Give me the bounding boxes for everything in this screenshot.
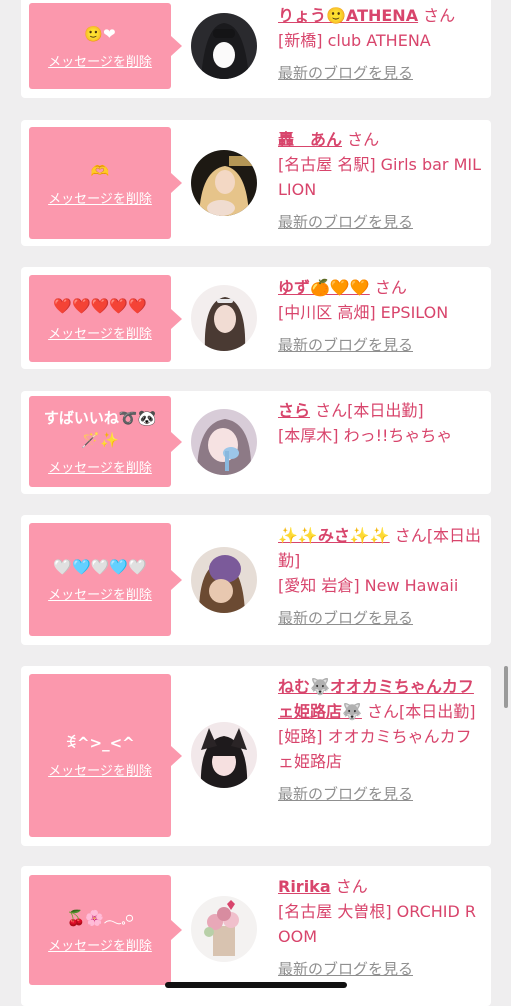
- delete-message-link[interactable]: メッセージを削除: [48, 760, 152, 779]
- cast-name-link[interactable]: さら: [278, 401, 310, 420]
- home-indicator[interactable]: [165, 982, 347, 988]
- honorific: さん: [394, 526, 427, 545]
- status-suffix: [本日出勤]: [399, 702, 476, 721]
- name-row: 轟 あん さん: [278, 127, 484, 152]
- shop-name: [名古屋 名駅] Girls bar MILLION: [278, 155, 482, 199]
- cast-info: ✨✨みさ✨✨ さん[本日出勤] [愛知 岩倉] New Hawaii 最新のブロ…: [278, 523, 484, 631]
- status-suffix: [本日出勤]: [347, 401, 424, 420]
- shop-name: [中川区 高畑] EPSILON: [278, 303, 449, 322]
- message-bubble: 🍒🌸𓂃𓈒𓏸 メッセージを削除: [29, 875, 182, 985]
- shop-name: [名古屋 大曽根] ORCHID ROOM: [278, 902, 477, 946]
- message-card: ❤️❤️❤️❤️❤️ メッセージを削除 ゆず🍊🧡🧡 さん [中川区 高畑] EP…: [21, 267, 491, 369]
- delete-message-link[interactable]: メッセージを削除: [48, 935, 152, 954]
- name-row: ゆず🍊🧡🧡 さん: [278, 275, 484, 300]
- message-text: 🫶: [90, 161, 110, 180]
- message-card: 🙂❤ メッセージを削除 りょう🙂ATHENA さん [新橋] club ATHE…: [21, 0, 491, 98]
- cast-info: ゆず🍊🧡🧡 さん [中川区 高畑] EPSILON 最新のブログを見る: [278, 275, 484, 358]
- message-card: 🫶 メッセージを削除 轟 あん さん [名古屋 名駅] Girls bar MI…: [21, 120, 491, 246]
- cast-info: 轟 あん さん [名古屋 名駅] Girls bar MILLION 最新のブロ…: [278, 127, 484, 235]
- cast-name-link[interactable]: Ririka: [278, 877, 331, 896]
- honorific: さん: [315, 401, 348, 420]
- message-bubble: 🙂❤ メッセージを削除: [29, 3, 182, 89]
- cast-info: Ririka さん [名古屋 大曽根] ORCHID ROOM 最新のブログを見…: [278, 874, 484, 982]
- honorific: さん: [374, 278, 407, 297]
- message-bubble: 🫶 メッセージを削除: [29, 127, 182, 239]
- name-row: ✨✨みさ✨✨ さん[本日出勤]: [278, 523, 484, 573]
- message-card: 🤍🩵🤍🩵🤍 メッセージを削除 ✨✨みさ✨✨ さん[本日出勤] [愛知 岩倉] N…: [21, 515, 491, 645]
- latest-blog-link[interactable]: 最新のブログを見る: [278, 333, 413, 358]
- shop-name: [新橋] club ATHENA: [278, 31, 431, 50]
- cast-name-link[interactable]: ✨✨みさ✨✨: [278, 526, 390, 545]
- cast-info: りょう🙂ATHENA さん [新橋] club ATHENA 最新のブログを見る: [278, 3, 484, 86]
- avatar[interactable]: [191, 409, 257, 475]
- delete-message-link[interactable]: メッセージを削除: [48, 51, 152, 70]
- message-card: ꉂ^>_<^ メッセージを削除 ねむ🐺オオカミちゃんカフェ姫路店🐺 さん[本日出…: [21, 666, 491, 846]
- message-text: 🍒🌸𓂃𓈒𓏸: [66, 908, 134, 927]
- shop-name: [姫路] オオカミちゃんカフェ姫路店: [278, 727, 472, 771]
- name-row: ねむ🐺オオカミちゃんカフェ姫路店🐺 さん[本日出勤]: [278, 674, 484, 724]
- avatar[interactable]: [191, 547, 257, 613]
- scrollbar[interactable]: [504, 666, 508, 708]
- message-bubble: ❤️❤️❤️❤️❤️ メッセージを削除: [29, 275, 182, 362]
- latest-blog-link[interactable]: 最新のブログを見る: [278, 606, 413, 631]
- name-row: りょう🙂ATHENA さん: [278, 3, 484, 28]
- honorific: さん: [347, 130, 380, 149]
- avatar[interactable]: [191, 150, 257, 216]
- message-bubble: 🤍🩵🤍🩵🤍 メッセージを削除: [29, 523, 182, 636]
- message-text: 🤍🩵🤍🩵🤍: [53, 558, 147, 576]
- delete-message-link[interactable]: メッセージを削除: [48, 323, 152, 342]
- avatar[interactable]: [191, 13, 257, 79]
- shop-name: [本厚木] わっ!!ちゃちゃ: [278, 426, 453, 445]
- message-text: 🙂❤: [84, 24, 116, 43]
- message-bubble: ꉂ^>_<^ メッセージを削除: [29, 674, 182, 837]
- cast-name-link[interactable]: ゆず🍊🧡🧡: [278, 278, 370, 297]
- delete-message-link[interactable]: メッセージを削除: [48, 188, 152, 207]
- cast-info: さら さん[本日出勤] [本厚木] わっ!!ちゃちゃ: [278, 398, 484, 448]
- avatar[interactable]: [191, 285, 257, 351]
- honorific: さん: [367, 702, 400, 721]
- message-bubble: すばいいね➰🐼🪄✨ メッセージを削除: [29, 396, 182, 487]
- shop-name: [愛知 岩倉] New Hawaii: [278, 576, 459, 595]
- latest-blog-link[interactable]: 最新のブログを見る: [278, 61, 413, 86]
- name-row: さら さん[本日出勤]: [278, 398, 484, 423]
- honorific: さん: [423, 6, 456, 25]
- avatar[interactable]: [191, 896, 257, 962]
- name-row: Ririka さん: [278, 874, 484, 899]
- avatar[interactable]: [191, 722, 257, 788]
- message-text: すばいいね➰🐼🪄✨: [43, 409, 157, 449]
- delete-message-link[interactable]: メッセージを削除: [48, 584, 152, 603]
- latest-blog-link[interactable]: 最新のブログを見る: [278, 210, 413, 235]
- cast-name-link[interactable]: 轟 あん: [278, 130, 342, 149]
- message-card: すばいいね➰🐼🪄✨ メッセージを削除 さら さん[本日出勤] [本厚木] わっ!…: [21, 391, 491, 494]
- honorific: さん: [335, 877, 368, 896]
- cast-name-link[interactable]: りょう🙂ATHENA: [278, 6, 418, 25]
- message-text: ꉂ^>_<^: [65, 734, 135, 752]
- delete-message-link[interactable]: メッセージを削除: [48, 457, 152, 476]
- latest-blog-link[interactable]: 最新のブログを見る: [278, 782, 413, 807]
- latest-blog-link[interactable]: 最新のブログを見る: [278, 957, 413, 982]
- message-text: ❤️❤️❤️❤️❤️: [53, 297, 147, 315]
- cast-info: ねむ🐺オオカミちゃんカフェ姫路店🐺 さん[本日出勤] [姫路] オオカミちゃんカ…: [278, 674, 484, 807]
